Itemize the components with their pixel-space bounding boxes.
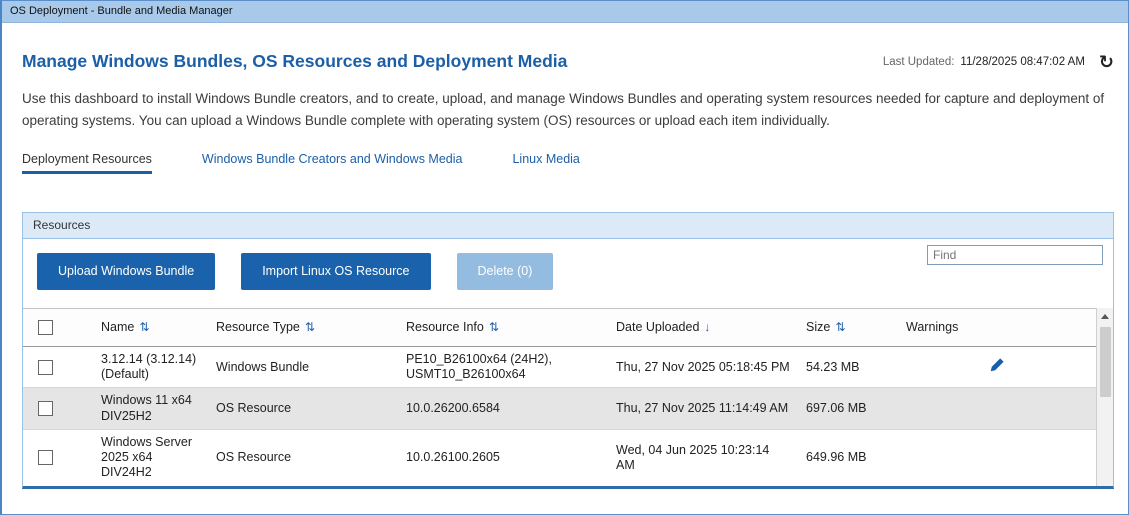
cell-name: 3.12.14 (3.12.14) (Default) [101, 351, 197, 382]
row-select-cell [23, 428, 93, 486]
upload-windows-bundle-button[interactable]: Upload Windows Bundle [37, 252, 216, 290]
cell-date-uploaded: Thu, 27 Nov 2025 11:14:49 AM [608, 387, 798, 430]
cell-resource-type: Windows Bundle [216, 359, 310, 374]
column-header-warnings: Warnings [898, 307, 1096, 347]
sort-descending-icon: ↓ [704, 320, 711, 335]
page-description: Use this dashboard to install Windows Bu… [22, 91, 1105, 128]
page-header: Manage Windows Bundles, OS Resources and… [22, 51, 1114, 72]
sort-icon: ⇅ [304, 320, 315, 335]
row-checkbox[interactable] [38, 450, 53, 466]
tab-deployment-resources[interactable]: Deployment Resources [22, 152, 152, 174]
resources-panel: Resources Upload Windows Bundle Import L… [22, 211, 1114, 489]
column-label: Resource Info [406, 320, 484, 335]
table-row: 3.12.14 (3.12.14) (Default) Windows Bund… [23, 346, 1096, 388]
find-input[interactable] [927, 244, 1103, 265]
row-checkbox[interactable] [38, 359, 53, 375]
main-content: Manage Windows Bundles, OS Resources and… [2, 51, 1128, 489]
table-row: Windows Server 2025 x64 DIV24H2 OS Resou… [23, 428, 1096, 486]
edit-icon[interactable] [989, 357, 1005, 377]
column-label: Name [101, 320, 135, 335]
column-header-resource-info[interactable]: Resource Info ⇅ [398, 307, 608, 347]
column-header-resource-type[interactable]: Resource Type ⇅ [208, 307, 398, 347]
last-updated: Last Updated: 11/28/2025 08:47:02 AM ↻ [883, 53, 1114, 71]
last-updated-label: Last Updated: [882, 55, 955, 68]
resources-panel-title: Resources [23, 212, 1113, 239]
tab-linux-media[interactable]: Linux Media [512, 152, 579, 174]
resources-table-wrap: Name ⇅ Resource Type ⇅ Resource Info ⇅ Date… [23, 307, 1113, 486]
column-label: Resource Type [216, 320, 300, 335]
column-label: Warnings [906, 320, 959, 335]
resources-table: Name ⇅ Resource Type ⇅ Resource Info ⇅ Date… [23, 307, 1096, 486]
cell-name: Windows 11 x64 DIV25H2 [93, 387, 208, 430]
table-row: Windows 11 x64 DIV25H2 OS Resource 10.0.… [23, 387, 1096, 430]
row-select-cell [23, 346, 93, 388]
column-header-size[interactable]: Size ⇅ [798, 307, 898, 347]
column-header-name[interactable]: Name ⇅ [93, 307, 208, 347]
scroll-up-button[interactable] [1097, 307, 1113, 325]
cell-warnings [898, 346, 1096, 388]
cell-warnings [898, 428, 1096, 486]
cell-name: Windows Server 2025 x64 DIV24H2 [93, 428, 208, 486]
row-select-cell [23, 387, 93, 430]
cell-resource-info: 10.0.26100.2605 [398, 428, 608, 486]
cell-date-uploaded: Thu, 27 Nov 2025 05:18:45 PM [616, 359, 790, 374]
cell-warnings [898, 387, 1096, 430]
column-label: Date Uploaded [616, 320, 700, 335]
cell-resource-type: OS Resource [208, 387, 398, 430]
tab-windows-bundle-creators-and-windows-media[interactable]: Windows Bundle Creators and Windows Medi… [202, 152, 463, 174]
delete-button[interactable]: Delete (0) [456, 252, 554, 290]
column-label: Size [806, 320, 831, 335]
column-header-date-uploaded[interactable]: Date Uploaded ↓ [608, 307, 798, 347]
select-all-checkbox[interactable] [38, 319, 53, 335]
cell-size: 649.96 MB [798, 428, 898, 486]
page-title: Manage Windows Bundles, OS Resources and… [22, 51, 568, 71]
app-window: OS Deployment - Bundle and Media Manager… [0, 0, 1129, 515]
table-scrollbar[interactable] [1096, 307, 1113, 486]
sort-icon: ⇅ [488, 320, 499, 335]
cell-size: 697.06 MB [798, 387, 898, 430]
sort-icon: ⇅ [835, 320, 846, 335]
last-updated-value: 11/28/2025 08:47:02 AM [960, 55, 1085, 68]
cell-resource-info: PE10_B26100x64 (24H2), USMT10_B26100x64 [406, 351, 552, 382]
table-header-row: Name ⇅ Resource Type ⇅ Resource Info ⇅ Date… [23, 307, 1096, 347]
window-titlebar: OS Deployment - Bundle and Media Manager [2, 1, 1128, 23]
window-title: OS Deployment - Bundle and Media Manager [10, 5, 233, 17]
scrollbar-thumb[interactable] [1099, 326, 1111, 397]
cell-resource-info: 10.0.26200.6584 [398, 387, 608, 430]
cell-date-uploaded: Wed, 04 Jun 2025 10:23:14 AM [608, 428, 798, 486]
cell-resource-type: OS Resource [208, 428, 398, 486]
sort-icon: ⇅ [139, 320, 150, 335]
refresh-icon[interactable]: ↻ [1099, 53, 1114, 71]
cell-size: 54.23 MB [806, 359, 860, 374]
select-all-cell [23, 307, 93, 347]
import-linux-os-resource-button[interactable]: Import Linux OS Resource [241, 252, 431, 290]
row-checkbox[interactable] [38, 401, 53, 417]
tab-bar: Deployment Resources Windows Bundle Crea… [22, 152, 1114, 174]
resources-toolbar: Upload Windows Bundle Import Linux OS Re… [23, 238, 1113, 308]
